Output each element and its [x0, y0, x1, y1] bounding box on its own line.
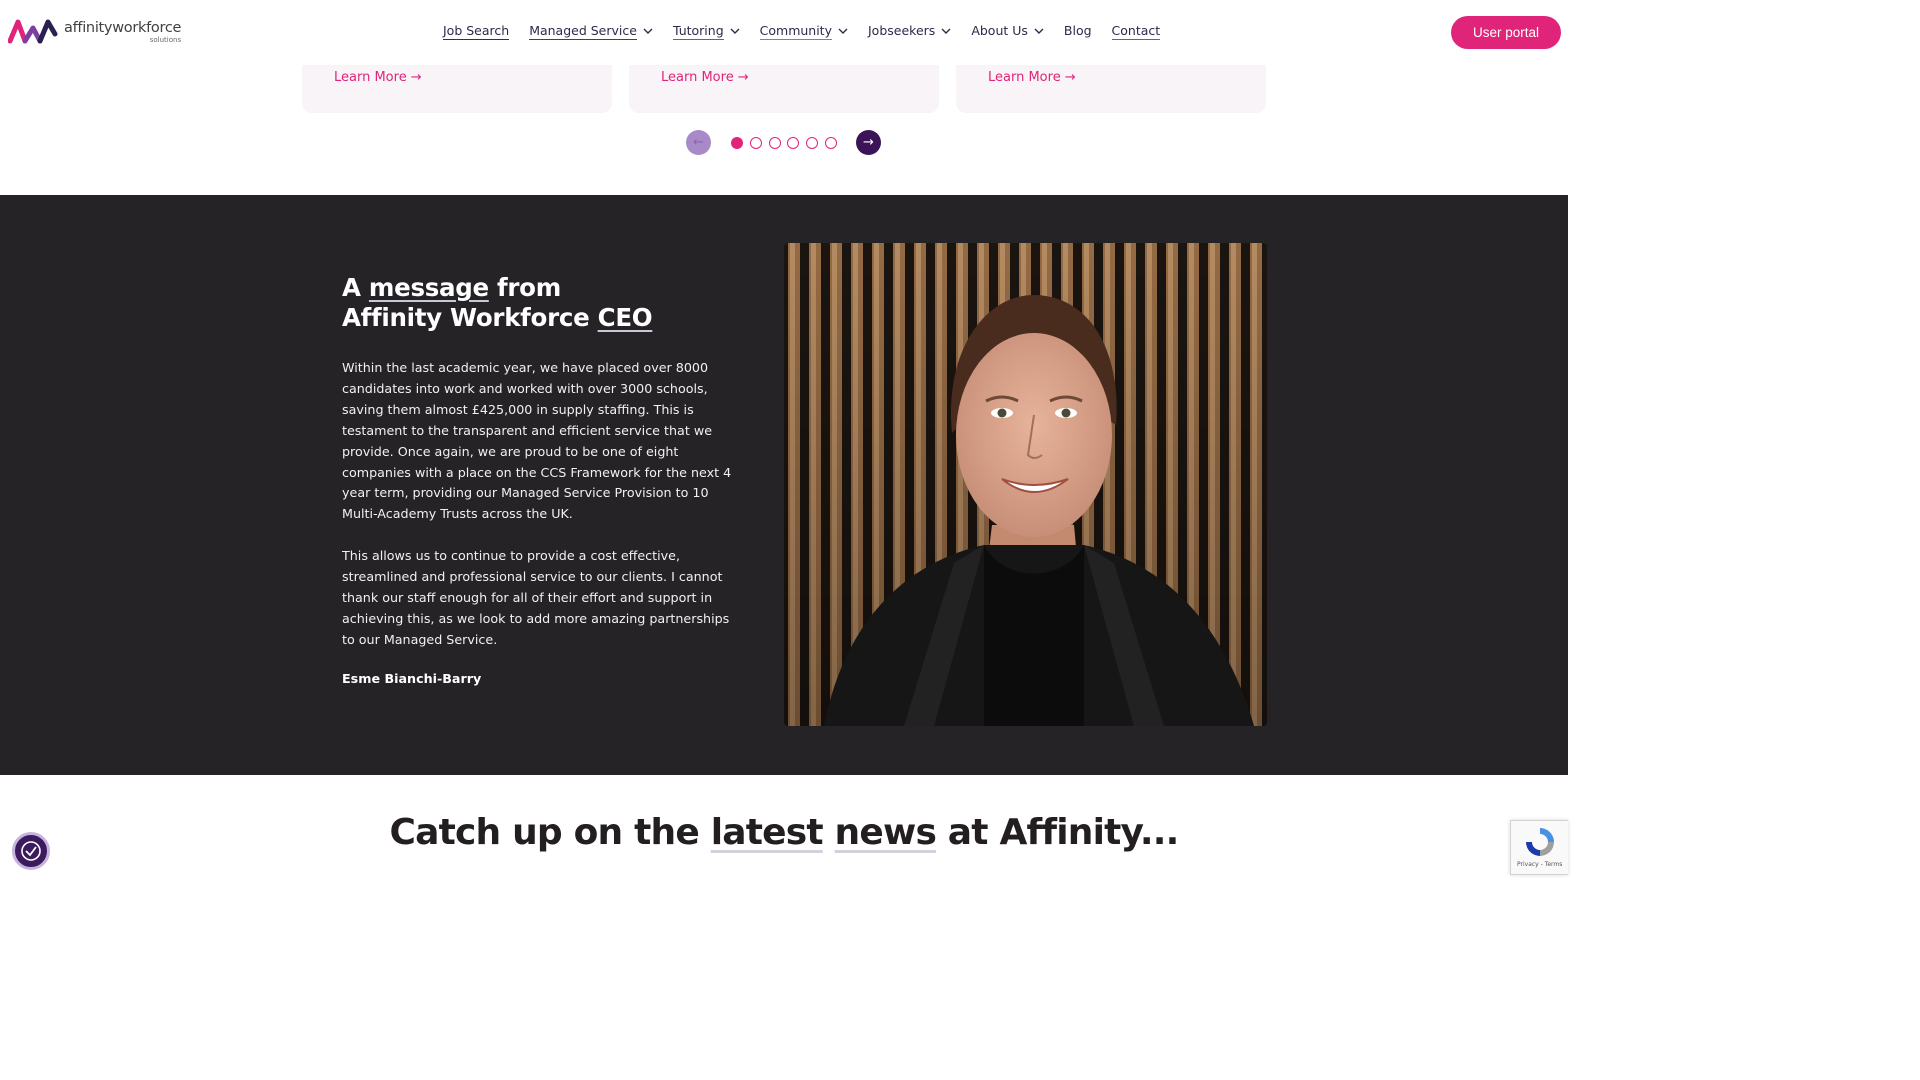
- heading-text: at Affinity...: [936, 812, 1180, 853]
- ceo-paragraph: Within the last academic year, we have p…: [342, 360, 732, 522]
- chevron-down-icon: [730, 28, 740, 34]
- heading-highlight: news: [834, 812, 937, 853]
- nav-tutoring[interactable]: Tutoring: [672, 22, 740, 40]
- carousel-card: Learn More →: [956, 60, 1266, 113]
- recaptcha-badge[interactable]: Privacy - Terms: [1510, 820, 1568, 875]
- heading-highlight: latest: [710, 812, 824, 853]
- user-portal-button[interactable]: User portal: [1451, 16, 1561, 49]
- arrow-right-icon: →: [1064, 70, 1076, 85]
- ceo-portrait-image: [784, 243, 1267, 726]
- heading-text: [823, 812, 835, 853]
- heading-text: A: [342, 273, 369, 302]
- chevron-down-icon: [1034, 28, 1044, 34]
- heading-highlight: CEO: [597, 303, 653, 332]
- carousel-card: Learn More →: [302, 60, 612, 113]
- learn-more-label: Learn More: [988, 70, 1061, 85]
- carousel-dot-2[interactable]: [750, 137, 762, 149]
- learn-more-link[interactable]: Learn More →: [661, 70, 749, 85]
- nav-about-us[interactable]: About Us: [971, 22, 1044, 40]
- carousel-dot-1[interactable]: [731, 137, 743, 149]
- nav-managed-service-label: Managed Service: [529, 22, 637, 40]
- main-nav: Job Search Managed Service Tutoring Comm…: [443, 22, 1180, 40]
- recaptcha-icon: [1526, 828, 1554, 856]
- carousel-next-button[interactable]: →: [856, 130, 881, 155]
- nav-jobseekers-label: Jobseekers: [868, 23, 936, 38]
- ceo-message-section: A message from Affinity Workforce CEO Wi…: [0, 195, 1568, 775]
- chevron-down-icon: [643, 28, 653, 34]
- nav-blog[interactable]: Blog: [1064, 22, 1092, 40]
- brand-tagline: solutions: [149, 35, 182, 44]
- arrow-right-icon: →: [863, 135, 874, 150]
- nav-tutoring-label: Tutoring: [672, 22, 724, 40]
- site-header: affinityworkforce solutions Job Search M…: [0, 0, 1568, 65]
- nav-contact-label: Contact: [1111, 22, 1161, 40]
- ceo-signature-name: Esme Bianchi-Barry: [342, 671, 482, 686]
- ceo-message-body: Within the last academic year, we have p…: [342, 358, 744, 672]
- carousel-dot-5[interactable]: [806, 137, 818, 149]
- heading-text: from: [488, 273, 561, 302]
- heading-text: Affinity Workforce: [342, 303, 598, 332]
- brand-logo[interactable]: affinityworkforce solutions: [8, 18, 181, 44]
- carousel-dot-6[interactable]: [825, 137, 837, 149]
- brand-logo-mark: [8, 19, 58, 44]
- learn-more-label: Learn More: [334, 70, 407, 85]
- heading-text: Catch up on the: [389, 812, 711, 853]
- learn-more-label: Learn More: [661, 70, 734, 85]
- chevron-down-icon: [941, 28, 951, 34]
- nav-contact[interactable]: Contact: [1111, 22, 1161, 40]
- latest-news-heading: Catch up on the latest news at Affinity.…: [0, 812, 1568, 853]
- nav-job-search[interactable]: Job Search: [443, 22, 510, 40]
- arrow-left-icon: ←: [693, 135, 704, 150]
- ceo-paragraph: This allows us to continue to provide a …: [342, 548, 730, 647]
- carousel-dot-4[interactable]: [787, 137, 799, 149]
- arrow-right-icon: →: [410, 70, 422, 85]
- nav-jobseekers[interactable]: Jobseekers: [868, 22, 951, 40]
- ceo-portrait: [784, 243, 1267, 726]
- nav-job-search-label: Job Search: [443, 22, 510, 40]
- nav-community[interactable]: Community: [759, 22, 848, 40]
- carousel-dot-3[interactable]: [769, 137, 781, 149]
- nav-community-label: Community: [759, 22, 832, 40]
- brand-name: affinityworkforce: [64, 20, 182, 36]
- learn-more-link[interactable]: Learn More →: [988, 70, 1076, 85]
- nav-managed-service[interactable]: Managed Service: [529, 22, 653, 40]
- ceo-message-heading: A message from Affinity Workforce CEO: [342, 273, 653, 333]
- services-carousel: Learn More → Learn More → Learn More →: [302, 60, 1268, 114]
- nav-about-us-label: About Us: [971, 23, 1028, 38]
- accessibility-icon: [21, 841, 41, 861]
- carousel-prev-button[interactable]: ←: [686, 130, 711, 155]
- arrow-right-icon: →: [737, 70, 749, 85]
- accessibility-button[interactable]: [12, 832, 50, 870]
- nav-blog-label: Blog: [1063, 23, 1092, 38]
- carousel-card: Learn More →: [629, 60, 939, 113]
- heading-highlight: message: [368, 273, 489, 302]
- chevron-down-icon: [838, 28, 848, 34]
- learn-more-link[interactable]: Learn More →: [334, 70, 422, 85]
- carousel-controls: ← →: [686, 130, 882, 156]
- recaptcha-terms: Privacy - Terms: [1517, 861, 1563, 868]
